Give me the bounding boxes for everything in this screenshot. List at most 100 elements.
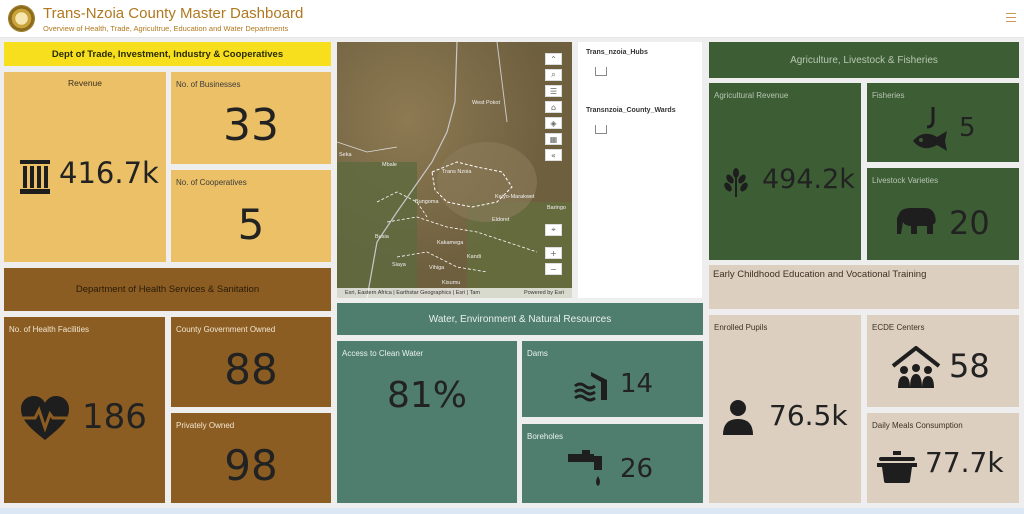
private-owned-label: Privately Owned — [176, 421, 235, 430]
legend-polygon-icon — [595, 125, 607, 134]
bank-icon — [20, 160, 50, 194]
private-owned-card: Privately Owned 98 — [171, 413, 331, 503]
ecde-value: 58 — [949, 347, 990, 385]
facilities-value: 186 — [82, 397, 147, 437]
page-subtitle: Overview of Health, Trade, Agricultrue, … — [43, 24, 289, 33]
revenue-card: Revenue 416.7k — [4, 72, 166, 262]
pupils-label: Enrolled Pupils — [714, 323, 768, 332]
map-label: Trans Nzoia — [442, 169, 472, 175]
map-label: Eldoret — [492, 217, 510, 223]
layers-icon[interactable]: ◈ — [545, 117, 562, 129]
map-label: Seka — [339, 152, 352, 158]
person-icon — [723, 400, 753, 435]
dams-card: Dams 14 — [522, 341, 703, 417]
water-header-label: Water, Environment & Natural Resources — [428, 313, 612, 325]
agri-revenue-label: Agricultural Revenue — [714, 91, 789, 100]
map-legend: Trans_nzoia_Hubs Transnzoia_County_Wards — [578, 42, 702, 298]
boreholes-card: Boreholes 26 — [522, 424, 703, 503]
agri-revenue-value: 494.2k — [762, 164, 855, 195]
private-owned-value: 98 — [224, 441, 278, 490]
health-facilities-card: No. of Health Facilities 186 — [4, 317, 165, 503]
livestock-label: Livestock Varieties — [872, 176, 939, 185]
powered-by-text: Powered by Esri — [523, 290, 564, 296]
map-label: Kakamega — [437, 240, 464, 246]
search-icon[interactable]: ⌕ — [545, 69, 562, 81]
edu-header: Early Childhood Education and Vocational… — [709, 265, 1019, 309]
ecde-card: ECDE Centers 58 — [867, 315, 1019, 407]
facilities-label: No. of Health Facilities — [9, 325, 90, 334]
fisheries-value: 5 — [959, 113, 976, 143]
list-icon[interactable]: ☰ — [545, 85, 562, 97]
map-label: Siaya — [392, 262, 406, 268]
pot-icon — [877, 451, 917, 483]
clean-water-card: Access to Clean Water 81% — [337, 341, 517, 503]
legend-layer-hubs: Trans_nzoia_Hubs — [586, 49, 648, 56]
businesses-value: 33 — [223, 100, 279, 151]
basemap-gallery-icon[interactable]: ▦ — [545, 133, 562, 145]
cooperatives-card: No. of Cooperatives 5 — [171, 170, 331, 262]
meals-label: Daily Meals Consumption — [872, 421, 963, 430]
boreholes-label: Boreholes — [527, 432, 564, 441]
collapse-icon[interactable]: ⌃ — [545, 53, 562, 65]
water-header: Water, Environment & Natural Resources — [337, 303, 703, 335]
map-label: Mbale — [382, 162, 397, 168]
businesses-label: No. of Businesses — [176, 80, 241, 89]
meals-card: Daily Meals Consumption 77.7k — [867, 413, 1019, 503]
map-label: Kisumu — [442, 280, 461, 286]
page-title: Trans-Nzoia County Master Dashboard — [43, 5, 304, 22]
locate-icon[interactable]: ⌖ — [545, 224, 562, 236]
map-label: West Pokot — [472, 100, 501, 106]
expand-icon[interactable]: « — [545, 149, 562, 161]
taskbar — [0, 508, 1024, 514]
meals-value: 77.7k — [925, 446, 1004, 479]
county-logo — [8, 5, 35, 32]
health-header: Department of Health Services & Sanitati… — [4, 268, 331, 311]
map-label: Keiyo-Marakwet — [495, 194, 535, 200]
map-label: Kandi — [467, 254, 482, 260]
trade-header: Dept of Trade, Investment, Industry & Co… — [4, 42, 331, 66]
fisheries-card: Fisheries 5 — [867, 83, 1019, 162]
fish-hook-icon — [913, 107, 947, 151]
home-icon[interactable]: ⌂ — [545, 101, 562, 113]
clean-water-label: Access to Clean Water — [342, 349, 424, 358]
legend-layer-wards: Transnzoia_County_Wards — [586, 107, 676, 114]
agri-header-label: Agriculture, Livestock & Fisheries — [790, 54, 938, 66]
revenue-label: Revenue — [67, 78, 103, 88]
map-label: Busia — [375, 234, 389, 240]
zoom-in-icon[interactable]: + — [545, 247, 562, 259]
county-owned-value: 88 — [224, 345, 278, 394]
map-label: Vihiga — [429, 265, 445, 271]
health-header-label: Department of Health Services & Sanitati… — [75, 284, 260, 295]
map-label: Baringo — [547, 205, 566, 211]
waves-icon — [574, 372, 607, 402]
people-house-icon — [891, 346, 941, 388]
edu-header-label: Early Childhood Education and Vocational… — [713, 269, 927, 280]
county-owned-card: County Government Owned 88 — [171, 317, 331, 407]
livestock-card: Livestock Varieties 20 — [867, 168, 1019, 260]
county-map[interactable]: West Pokot Trans Nzoia Mbale Bungoma Kei… — [337, 42, 572, 298]
county-owned-label: County Government Owned — [176, 325, 276, 334]
agri-header: Agriculture, Livestock & Fisheries — [709, 42, 1019, 78]
livestock-value: 20 — [949, 204, 990, 242]
elephant-icon — [897, 208, 936, 234]
map-label: Bungoma — [415, 199, 439, 205]
cooperatives-label: No. of Cooperatives — [176, 178, 247, 187]
pupils-card: Enrolled Pupils 76.5k — [709, 315, 861, 503]
dashboard-header: Trans-Nzoia County Master Dashboard Over… — [0, 0, 1024, 38]
pupils-value: 76.5k — [769, 399, 848, 432]
ecde-label: ECDE Centers — [872, 323, 925, 332]
heart-pulse-icon — [21, 396, 69, 440]
businesses-card: No. of Businesses 33 — [171, 72, 331, 164]
dams-label: Dams — [527, 349, 548, 358]
zoom-out-icon[interactable]: − — [545, 263, 562, 275]
dams-value: 14 — [620, 369, 654, 399]
revenue-value: 416.7k — [59, 156, 159, 190]
hamburger-menu-icon[interactable] — [1006, 13, 1016, 22]
wheat-icon — [724, 168, 748, 197]
agri-revenue-card: Agricultural Revenue 494.2k — [709, 83, 861, 260]
cooperatives-value: 5 — [237, 200, 265, 249]
clean-water-value: 81% — [386, 375, 467, 416]
trade-header-label: Dept of Trade, Investment, Industry & Co… — [51, 48, 284, 60]
attribution-text: Esri, Eastern Africa | Earthstar Geograp… — [345, 290, 481, 296]
tap-icon — [568, 450, 602, 486]
